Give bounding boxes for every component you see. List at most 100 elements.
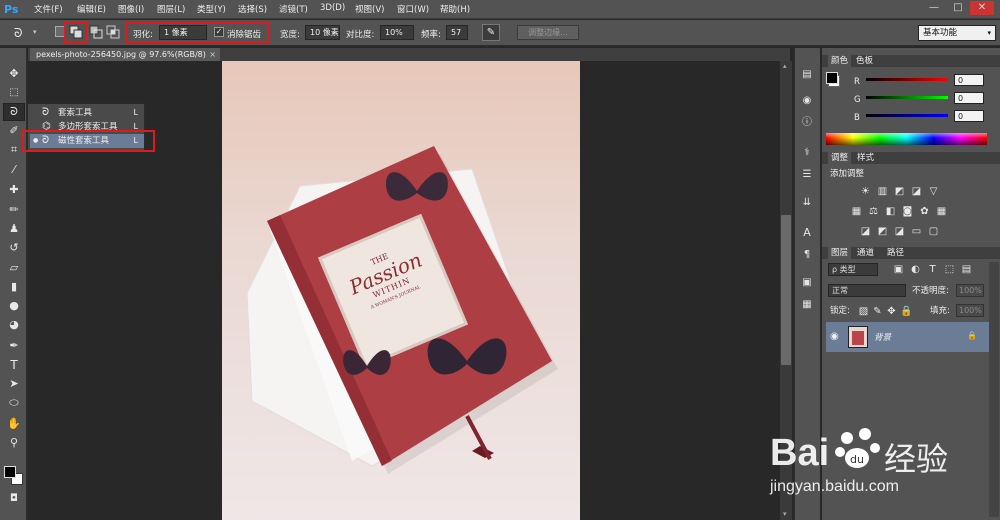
lock-transparency-icon[interactable]: ▨ — [858, 306, 869, 317]
gradient-map-icon[interactable]: ▭ — [911, 226, 922, 237]
clone-source-icon[interactable]: ⇊ — [800, 196, 814, 210]
type-tool-icon[interactable]: T — [6, 358, 22, 372]
lock-pixels-icon[interactable]: ✎ — [872, 306, 883, 317]
document-tab[interactable]: pexels-photo-256450.jpg @ 97.6%(RGB/8) × — [30, 48, 220, 61]
filter-pixel-icon[interactable]: ▣ — [893, 264, 904, 275]
tablet-pressure-icon[interactable]: ✎ — [482, 24, 500, 41]
layer-row-background[interactable]: ◉ 背景 🔒 — [826, 322, 989, 352]
crop-tool-icon[interactable]: ⌗ — [6, 143, 22, 157]
g-input[interactable]: 0 — [954, 92, 984, 104]
blur-tool-icon[interactable]: ● — [6, 299, 22, 313]
quick-selection-tool-icon[interactable]: ✐ — [6, 124, 22, 138]
brightness-icon[interactable]: ☀ — [860, 186, 871, 197]
scroll-down-icon[interactable]: ▾ — [783, 510, 787, 518]
paragraph-panel-icon[interactable]: ¶ — [800, 248, 814, 262]
foreground-color-swatch-top[interactable] — [4, 466, 16, 478]
flyout-item-lasso[interactable]: ᘐ 套索工具 L — [30, 106, 144, 120]
contrast-input[interactable]: 10% — [380, 25, 414, 40]
menu-3d[interactable]: 3D(D) — [320, 3, 345, 13]
tab-color[interactable]: 颜色 — [828, 55, 852, 67]
width-input[interactable]: 10 像素 — [305, 25, 340, 40]
actions-panel-icon[interactable]: ◉ — [800, 94, 814, 108]
zoom-tool-icon[interactable]: ⚲ — [6, 436, 22, 450]
tab-adjustments[interactable]: 调整 — [828, 152, 852, 164]
r-input[interactable]: 0 — [954, 74, 984, 86]
subtract-selection-icon[interactable] — [89, 25, 103, 39]
window-minimize-button[interactable]: — — [922, 1, 946, 15]
move-tool-icon[interactable]: ✥ — [6, 67, 22, 81]
feather-input[interactable]: 1 像素 — [159, 25, 207, 40]
threshold-icon[interactable]: ◪ — [894, 226, 905, 237]
tab-styles[interactable]: 样式 — [857, 152, 874, 164]
menu-file[interactable]: 文件(F) — [34, 3, 63, 15]
eraser-tool-icon[interactable]: ▱ — [6, 261, 22, 275]
pen-tool-icon[interactable]: ✒ — [6, 339, 22, 353]
tab-swatches[interactable]: 色板 — [856, 55, 873, 67]
panel-foreground-swatch[interactable] — [826, 72, 838, 84]
hand-tool-icon[interactable]: ✋ — [6, 417, 22, 431]
opacity-input[interactable]: 100% — [956, 284, 984, 297]
fill-input[interactable]: 100% — [956, 304, 984, 317]
properties-panel-icon[interactable]: ▦ — [800, 298, 814, 312]
canvas-scroll-thumb[interactable] — [781, 215, 791, 365]
gradient-tool-icon[interactable]: ▮ — [6, 280, 22, 294]
window-close-button[interactable]: ✕ — [970, 1, 994, 15]
workspace-select[interactable]: 基本功能 ▾ — [918, 25, 996, 41]
vibrance-icon[interactable]: ▽ — [928, 186, 939, 197]
intersect-selection-icon[interactable] — [106, 25, 120, 39]
tab-paths[interactable]: 路径 — [887, 247, 904, 259]
brush-tool-icon[interactable]: ✏ — [6, 203, 22, 217]
lasso-tool-icon[interactable]: ᘐ — [6, 105, 22, 119]
r-slider[interactable] — [866, 78, 948, 81]
preset-dropdown-icon[interactable]: ▾ — [33, 28, 37, 36]
path-selection-tool-icon[interactable]: ➤ — [6, 377, 22, 391]
color-balance-icon[interactable]: ⚖ — [868, 206, 879, 217]
notes-panel-icon[interactable]: ▣ — [800, 276, 814, 290]
b-slider[interactable] — [866, 114, 948, 117]
history-panel-icon[interactable]: ▤ — [800, 68, 814, 82]
hue-saturation-icon[interactable]: ▦ — [851, 206, 862, 217]
close-icon[interactable]: × — [209, 48, 216, 61]
filter-type-icon[interactable]: T — [927, 264, 938, 275]
lasso-preset-icon[interactable]: ᘐ — [14, 25, 30, 41]
blend-mode-select[interactable]: 正常 — [828, 284, 906, 297]
menu-view[interactable]: 视图(V) — [355, 3, 384, 15]
antialias-checkbox[interactable]: ✓ — [214, 27, 224, 37]
refine-edge-button[interactable]: 调整边缘... — [517, 25, 579, 40]
brush-panel-icon[interactable]: ⚕ — [800, 146, 814, 160]
healing-brush-tool-icon[interactable]: ✚ — [6, 183, 22, 197]
layer-filter-select[interactable]: ρ 类型 — [828, 263, 878, 276]
menu-layer[interactable]: 图层(L) — [157, 3, 185, 15]
filter-shape-icon[interactable]: ⬚ — [944, 264, 955, 275]
menu-help[interactable]: 帮助(H) — [440, 3, 470, 15]
dodge-tool-icon[interactable]: ◕ — [6, 318, 22, 332]
quick-mask-icon[interactable]: ◘ — [6, 492, 22, 506]
channel-mixer-icon[interactable]: ✿ — [919, 206, 930, 217]
exposure-icon[interactable]: ◪ — [911, 186, 922, 197]
shape-tool-icon[interactable]: ⬭ — [6, 396, 22, 410]
scroll-up-icon[interactable]: ▴ — [783, 62, 787, 70]
brush-presets-icon[interactable]: ☰ — [800, 168, 814, 182]
info-panel-icon[interactable]: ⓘ — [800, 116, 814, 130]
black-white-icon[interactable]: ◧ — [885, 206, 896, 217]
lock-all-icon[interactable]: 🔒 — [900, 306, 912, 317]
menu-type[interactable]: 类型(Y) — [197, 3, 226, 15]
filter-adjust-icon[interactable]: ◐ — [910, 264, 921, 275]
tab-channels[interactable]: 通道 — [857, 247, 874, 259]
eyedropper-tool-icon[interactable]: ⁄ — [6, 163, 22, 177]
curves-icon[interactable]: ◩ — [894, 186, 905, 197]
menu-select[interactable]: 选择(S) — [238, 3, 267, 15]
menu-window[interactable]: 窗口(W) — [397, 3, 429, 15]
photo-filter-icon[interactable]: ◙ — [902, 206, 913, 217]
window-maximize-button[interactable]: □ — [946, 1, 970, 15]
selective-color-icon[interactable]: ▢ — [928, 226, 939, 237]
clone-stamp-tool-icon[interactable]: ♟ — [6, 222, 22, 236]
color-spectrum-bar[interactable] — [826, 133, 987, 145]
menu-image[interactable]: 图像(I) — [118, 3, 144, 15]
posterize-icon[interactable]: ◩ — [877, 226, 888, 237]
frequency-input[interactable]: 57 — [446, 25, 468, 40]
g-slider[interactable] — [866, 96, 948, 99]
menu-filter[interactable]: 滤镜(T) — [279, 3, 308, 15]
invert-icon[interactable]: ◪ — [860, 226, 871, 237]
visibility-eye-icon[interactable]: ◉ — [830, 331, 839, 342]
